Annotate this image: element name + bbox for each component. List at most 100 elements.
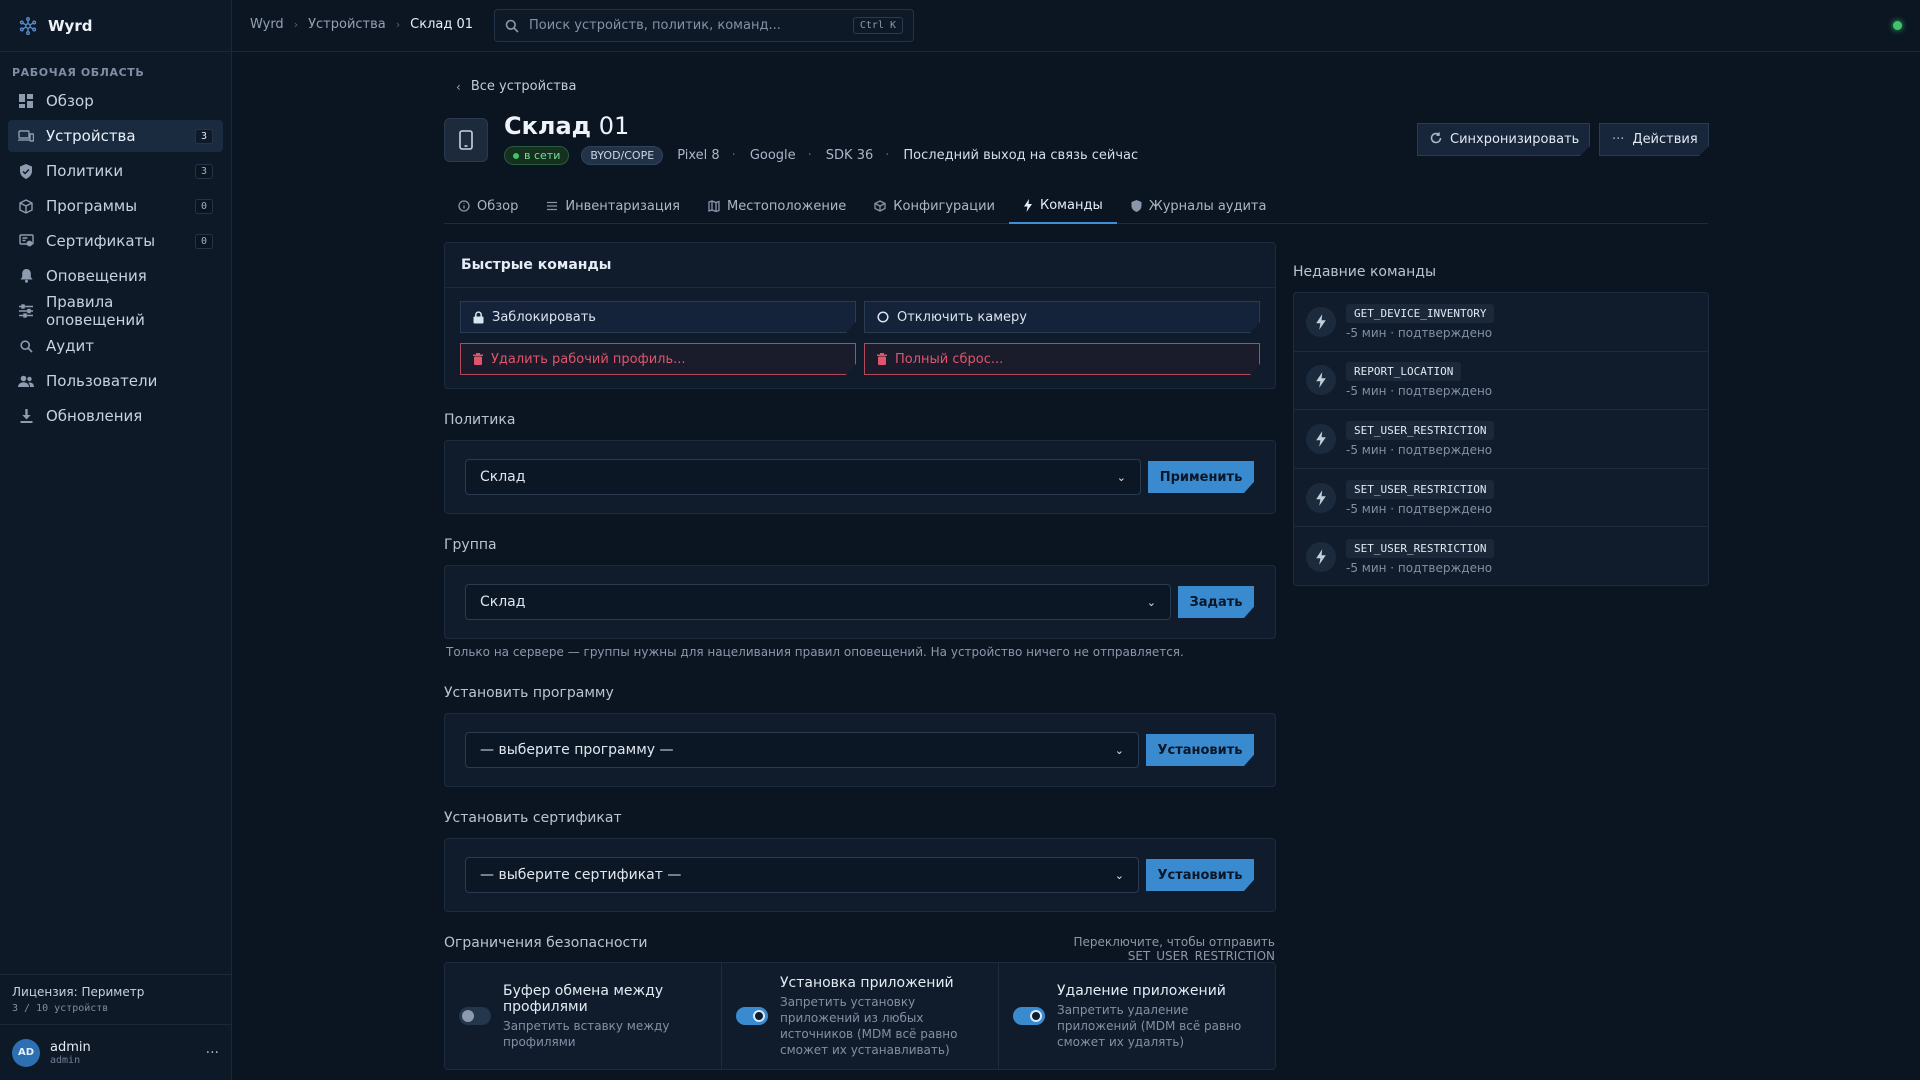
page-title-number: 01 [591,112,630,140]
bolt-icon [1306,365,1336,396]
search-icon [18,338,34,354]
sidebar-item-label: Обзор [46,92,94,110]
cube-icon [874,200,886,212]
last-seen: Последний выход на связь сейчас [903,148,1139,163]
recent-commands-list: GET_DEVICE_INVENTORY -5 мин · подтвержден… [1293,292,1709,586]
sidebar-item-label: Аудит [46,337,94,355]
list-item[interactable]: REPORT_LOCATION -5 мин · подтверждено [1294,352,1708,411]
brand[interactable]: Wyrd [0,0,231,52]
restriction-cross-profile-clipboard: Буфер обмена между профилями Запретить в… [445,963,722,1069]
command-status: -5 мин · подтверждено [1346,501,1493,516]
brand-name: Wyrd [48,16,93,35]
sidebar-item-overview[interactable]: Обзор [8,85,223,117]
more-icon[interactable]: ··· [206,1045,219,1061]
back-link[interactable]: ‹ Все устройства [456,79,576,94]
count-badge: 0 [194,198,213,214]
sidebar-item-updates[interactable]: Обновления [8,400,223,432]
bolt-icon [1306,423,1336,454]
install-app-button[interactable]: Установить [1146,734,1254,766]
uninstall-apps-toggle[interactable] [1013,1007,1045,1025]
user-menu[interactable]: AD admin admin ··· [0,1024,231,1080]
sidebar-item-label: Политики [46,162,124,180]
restriction-name: Установка приложений [780,974,954,991]
group-select[interactable]: Склад ⌄ [465,584,1171,620]
chevron-right-icon: › [395,18,401,31]
license-info: Лицензия: Периметр 3 / 10 устройств [0,974,231,1024]
apply-policy-button[interactable]: Применить [1148,461,1254,493]
list-item[interactable]: SET_USER_RESTRICTION -5 мин · подтвержден… [1294,469,1708,528]
install-cert-card: — выберите сертификат — ⌄ Установить [444,838,1276,912]
map-icon [708,200,720,212]
search-placeholder: Поиск устройств, политик, команд... [529,18,781,33]
clipboard-toggle[interactable] [459,1007,491,1025]
certificate-icon [18,233,34,249]
sidebar-nav: Обзор Устройства 3 Политики 3 Программы … [0,85,231,432]
install-app-card: — выберите программу — ⌄ Установить [444,713,1276,787]
actions-button[interactable]: ··· Действия [1599,123,1709,156]
sync-button[interactable]: Синхронизировать [1417,123,1590,156]
restriction-uninstall-apps: Удаление приложений Запретить удаление п… [999,963,1275,1069]
search-input[interactable]: Поиск устройств, политик, команд... Ctrl… [494,9,914,42]
set-group-button[interactable]: Задать [1178,586,1254,618]
package-icon [18,198,34,214]
wipe-work-profile-button[interactable]: Удалить рабочий профиль... [460,343,856,375]
tab-commands[interactable]: Команды [1009,188,1117,224]
mode-badge: BYOD/COPE [581,146,664,165]
sidebar-item-alerts[interactable]: Оповещения [8,260,223,292]
sidebar-item-audit[interactable]: Аудит [8,330,223,362]
more-horizontal-icon: ··· [1612,132,1625,147]
tab-inventory[interactable]: Инвентаризация [532,188,694,224]
security-hint: Переключите, чтобы отправить SET_USER_RE… [1073,935,1275,963]
app-select-value: — выберите программу — [480,742,674,758]
list-item[interactable]: SET_USER_RESTRICTION -5 мин · подтвержден… [1294,527,1708,586]
sidebar-item-label: Программы [46,197,138,215]
command-code: GET_DEVICE_INVENTORY [1346,303,1495,323]
install-apps-toggle[interactable] [736,1007,768,1025]
info-icon [458,200,470,212]
sidebar-item-certificates[interactable]: Сертификаты 0 [8,225,223,257]
tab-location[interactable]: Местоположение [694,188,860,224]
sidebar-item-programs[interactable]: Программы 0 [8,190,223,222]
factory-reset-button[interactable]: Полный сброс... [864,343,1260,375]
count-badge: 0 [194,233,213,249]
tab-audit-logs[interactable]: Журналы аудита [1117,188,1281,224]
sidebar-item-users[interactable]: Пользователи [8,365,223,397]
tab-configurations[interactable]: Конфигурации [860,188,1009,224]
install-cert-button[interactable]: Установить [1146,859,1254,891]
breadcrumb-root[interactable]: Wyrd [250,17,284,32]
recent-commands-title: Недавние команды [1293,264,1437,280]
sidebar-item-alert-rules[interactable]: Правила оповещений [8,293,223,329]
lock-button[interactable]: Заблокировать [460,301,856,333]
sidebar-item-devices[interactable]: Устройства 3 [8,120,223,152]
status-badge: в сети [504,146,570,165]
cert-select[interactable]: — выберите сертификат — ⌄ [465,857,1139,893]
tab-label: Журналы аудита [1148,198,1267,214]
toggle-knob [462,1010,474,1022]
count-badge: 3 [194,163,213,179]
online-dot-icon [513,152,519,159]
tab-label: Конфигурации [893,198,995,214]
disable-camera-button[interactable]: Отключить камеру [864,301,1260,333]
restriction-install-apps: Установка приложений Запретить установку… [722,963,999,1069]
sync-button-label: Синхронизировать [1450,132,1580,147]
separator-dot: · [731,148,736,163]
policy-select[interactable]: Склад ⌄ [465,459,1141,495]
group-card: Склад ⌄ Задать [444,565,1276,639]
list-item[interactable]: GET_DEVICE_INVENTORY -5 мин · подтвержден… [1294,293,1708,352]
chevron-right-icon: › [293,18,299,31]
tab-overview[interactable]: Обзор [444,188,532,224]
sidebar-item-label: Сертификаты [46,232,156,250]
tab-label: Местоположение [727,198,847,214]
device-meta: в сети BYOD/COPE Pixel 8 · Google · SDK … [504,146,1138,165]
sidebar-item-policies[interactable]: Политики 3 [8,155,223,187]
security-restrictions-card: Буфер обмена между профилями Запретить в… [444,962,1276,1070]
breadcrumb-current: Склад 01 [410,17,474,32]
breadcrumb-devices[interactable]: Устройства [308,17,386,32]
app-select[interactable]: — выберите программу — ⌄ [465,732,1139,768]
command-status: -5 мин · подтверждено [1346,560,1493,575]
actions-button-label: Действия [1632,132,1698,147]
device-model: Pixel 8 [677,148,720,163]
list-item[interactable]: SET_USER_RESTRICTION -5 мин · подтвержден… [1294,410,1708,469]
trash-icon [473,353,483,365]
download-icon [18,408,34,424]
